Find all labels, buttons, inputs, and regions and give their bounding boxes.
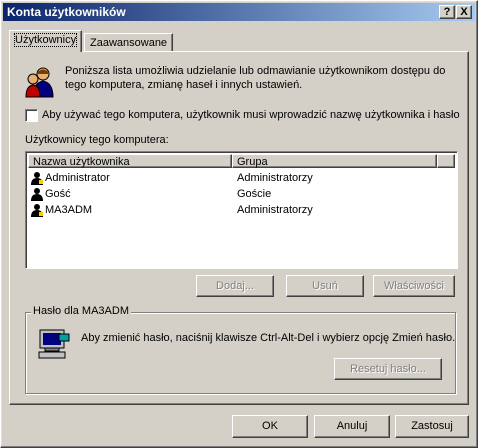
require-login-label[interactable]: Aby używać tego komputera, użytkownik mu… xyxy=(42,109,460,121)
dialog-window: Konta użytkowników ? X Użytkownicy Zaawa… xyxy=(0,0,478,448)
add-button[interactable]: Dodaj... xyxy=(196,275,274,297)
user-icon xyxy=(31,172,43,185)
password-group-label: Hasło dla MA3ADM xyxy=(31,305,131,317)
user-group: Administratorzy xyxy=(237,172,313,184)
user-icon xyxy=(31,188,43,201)
apply-button[interactable]: Zastosuj xyxy=(395,415,469,438)
users-section-label: Użytkownicy tego komputera: xyxy=(25,134,169,146)
cancel-button[interactable]: Anuluj xyxy=(314,415,390,438)
users-table[interactable]: Nazwa użytkownika Grupa Administrator Ad… xyxy=(25,151,458,269)
user-name: Gość xyxy=(45,188,71,200)
password-help-text: Aby zmienić hasło, naciśnij klawisze Ctr… xyxy=(81,332,456,344)
properties-button[interactable]: Właściwości xyxy=(373,275,455,297)
title-bar[interactable]: Konta użytkowników ? X xyxy=(3,3,475,21)
password-group xyxy=(25,312,456,394)
user-name: MA3ADM xyxy=(45,204,93,216)
table-row[interactable]: MA3ADM Administratorzy xyxy=(30,202,450,218)
intro-text-line-2: tego komputera, zmianę haseł i innych us… xyxy=(65,79,303,91)
column-header-filler xyxy=(437,154,455,168)
close-button[interactable]: X xyxy=(456,5,472,19)
tab-advanced[interactable]: Zaawansowane xyxy=(84,33,174,52)
require-login-checkbox[interactable] xyxy=(25,109,38,122)
tab-users[interactable]: Użytkownicy xyxy=(9,30,83,52)
remove-button[interactable]: Usuń xyxy=(286,275,364,297)
user-group: Goście xyxy=(237,188,272,200)
user-group: Administratorzy xyxy=(237,204,313,216)
intro-text-line-1: Poniższa lista umożliwia udzielanie lub … xyxy=(65,65,446,77)
window-title: Konta użytkowników xyxy=(7,5,126,19)
table-row[interactable]: Gość Goście xyxy=(30,186,450,202)
user-icon xyxy=(31,204,43,217)
computer-icon xyxy=(38,329,70,359)
user-name: Administrator xyxy=(45,172,110,184)
column-header-group[interactable]: Grupa xyxy=(232,154,437,168)
reset-password-button[interactable]: Resetuj hasło... xyxy=(334,358,442,380)
ok-button[interactable]: OK xyxy=(232,415,308,438)
help-button[interactable]: ? xyxy=(439,5,455,19)
table-row[interactable]: Administrator Administratorzy xyxy=(30,170,450,186)
column-header-name[interactable]: Nazwa użytkownika xyxy=(28,154,232,168)
users-icon xyxy=(25,67,54,98)
